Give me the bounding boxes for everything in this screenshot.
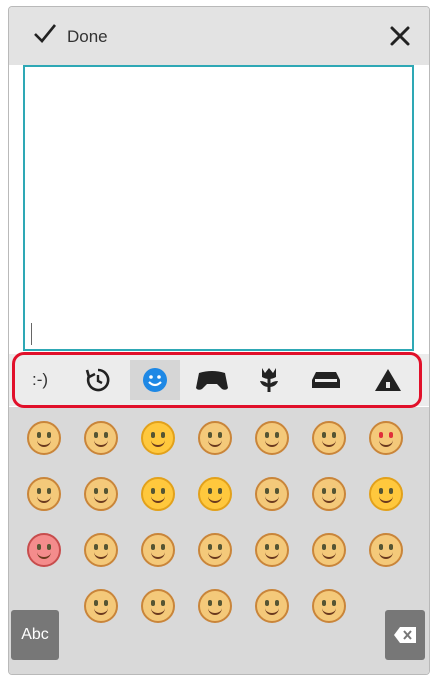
emoji-worried[interactable]	[133, 525, 183, 575]
emoji-slight-smile[interactable]	[247, 413, 297, 463]
text-cursor	[31, 323, 32, 345]
emoji-winking[interactable]	[304, 413, 354, 463]
emoji-face	[141, 421, 175, 455]
backspace-icon	[394, 627, 416, 643]
emoji-grimace[interactable]	[76, 525, 126, 575]
emoji-face	[84, 589, 118, 623]
emoji-face	[141, 477, 175, 511]
emoji-face	[27, 533, 61, 567]
tab-nature[interactable]	[244, 360, 294, 400]
emoji-face	[255, 421, 289, 455]
triangle-icon	[375, 369, 401, 391]
top-bar: Done	[9, 7, 429, 65]
emoji-heart-eyes[interactable]	[361, 413, 411, 463]
gamepad-icon	[196, 371, 228, 390]
tab-smileys[interactable]	[130, 360, 180, 400]
emoji-face	[312, 533, 346, 567]
emoji-crying[interactable]	[133, 581, 183, 631]
tab-travel[interactable]	[301, 360, 351, 400]
emoji-face	[198, 421, 232, 455]
emoji-frowning[interactable]	[304, 525, 354, 575]
tab-emoticon[interactable]: :-)	[15, 360, 65, 400]
emoji-input-screen: Done :-) Abc	[8, 6, 430, 675]
emoji-face	[312, 589, 346, 623]
backspace-button[interactable]	[385, 610, 425, 660]
emoji-face	[84, 421, 118, 455]
emoji-face	[312, 477, 346, 511]
abc-keyboard-button[interactable]: Abc	[11, 610, 59, 660]
emoji-grinning-squint[interactable]	[19, 413, 69, 463]
emoji-fearful[interactable]	[304, 581, 354, 631]
tab-recent[interactable]	[73, 360, 123, 400]
emoji-face	[27, 421, 61, 455]
checkmark-icon[interactable]	[33, 21, 57, 45]
emoji-kissing[interactable]	[76, 469, 126, 519]
emoji-face	[141, 589, 175, 623]
emoji-face	[312, 421, 346, 455]
emoji-sweat[interactable]	[76, 581, 126, 631]
emoji-grinning[interactable]	[76, 413, 126, 463]
emoticon-label: :-)	[31, 370, 49, 389]
emoji-face	[84, 533, 118, 567]
emoji-category-bar: :-)	[9, 354, 429, 406]
emoji-kissing-heart[interactable]	[19, 469, 69, 519]
abc-label: Abc	[21, 626, 49, 643]
emoji-downcast-sweat[interactable]	[190, 581, 240, 631]
message-text-area[interactable]	[23, 65, 414, 351]
emoji-face	[198, 533, 232, 567]
emoji-keyboard: Abc	[9, 407, 429, 674]
close-icon[interactable]	[385, 21, 415, 51]
emoji-sad[interactable]	[247, 581, 297, 631]
emoji-blob-smile[interactable]	[190, 469, 240, 519]
emoji-face	[84, 477, 118, 511]
emoji-face	[27, 477, 61, 511]
emoji-blob-tongue[interactable]	[361, 469, 411, 519]
emoji-smiling[interactable]	[190, 413, 240, 463]
tab-symbols[interactable]	[363, 360, 413, 400]
emoji-persevering[interactable]	[361, 525, 411, 575]
emoji-face	[369, 477, 403, 511]
emoji-relieved[interactable]	[190, 525, 240, 575]
emoji-face	[198, 589, 232, 623]
emoji-tongue-wink[interactable]	[247, 469, 297, 519]
tab-games[interactable]	[187, 360, 237, 400]
emoji-blushing[interactable]	[19, 525, 69, 575]
emoji-face	[369, 421, 403, 455]
emoji-face	[255, 533, 289, 567]
car-icon	[312, 372, 340, 388]
emoji-squint-tongue[interactable]	[304, 469, 354, 519]
emoji-blob-kiss[interactable]	[133, 469, 183, 519]
emoji-face	[255, 589, 289, 623]
emoji-unamused[interactable]	[247, 525, 297, 575]
emoji-grimacing[interactable]	[133, 413, 183, 463]
emoji-face	[255, 477, 289, 511]
done-button[interactable]: Done	[67, 27, 108, 47]
history-icon	[85, 368, 110, 392]
emoji-face	[141, 533, 175, 567]
smiley-icon	[143, 368, 167, 392]
emoji-face	[198, 477, 232, 511]
flower-icon	[260, 368, 278, 392]
emoji-face	[369, 533, 403, 567]
